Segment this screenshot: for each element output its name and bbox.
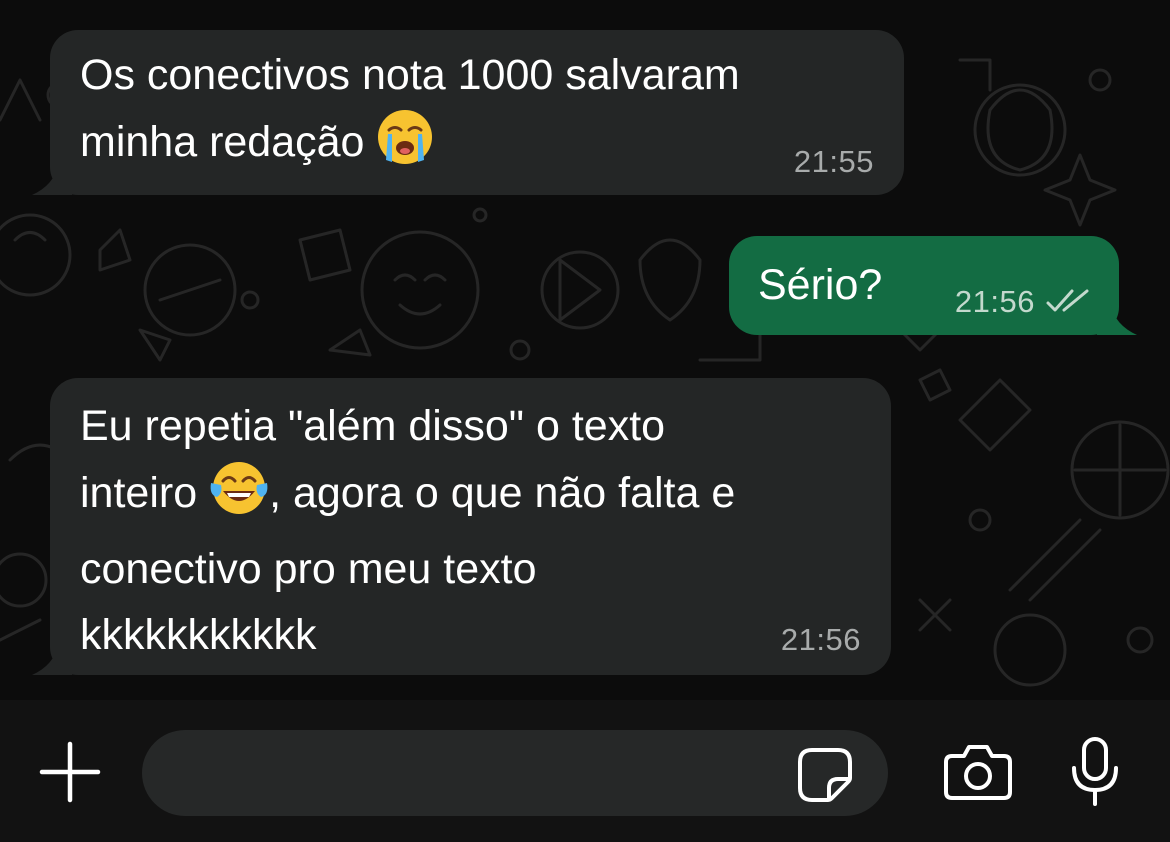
- outgoing-message[interactable]: Sério? 21:56: [729, 236, 1137, 335]
- camera-button[interactable]: [942, 742, 1014, 802]
- attach-button[interactable]: [38, 740, 102, 804]
- bubble-tail: [1097, 305, 1137, 335]
- message-input[interactable]: [142, 730, 888, 816]
- sticker-button[interactable]: [796, 746, 854, 804]
- message-time: 21:56: [780, 622, 861, 657]
- chat-area[interactable]: Os conectivos nota 1000 salvaram minha r…: [0, 0, 1170, 700]
- microphone-button[interactable]: [1068, 736, 1122, 808]
- loudly-crying-face-icon: [376, 108, 434, 185]
- message-text: Os conectivos nota 1000 salvaram minha r…: [80, 42, 880, 185]
- incoming-message[interactable]: Os conectivos nota 1000 salvaram minha r…: [32, 30, 904, 195]
- plus-icon: [39, 741, 101, 803]
- message-text: Sério?: [758, 261, 883, 309]
- message-time: 21:55: [793, 144, 874, 179]
- microphone-icon: [1072, 737, 1118, 806]
- message-time: 21:56: [954, 284, 1035, 319]
- bubble-tail: [32, 645, 72, 675]
- incoming-message[interactable]: Eu repetia "além disso" o texto inteiro …: [32, 378, 891, 675]
- message-text: Eu repetia "além disso" o texto inteiro …: [80, 402, 736, 659]
- face-with-tears-of-joy-icon: [209, 459, 269, 536]
- camera-icon: [944, 745, 1012, 800]
- sticker-icon: [798, 748, 852, 802]
- bubble-tail: [32, 165, 72, 195]
- read-double-check-icon: [1046, 289, 1089, 312]
